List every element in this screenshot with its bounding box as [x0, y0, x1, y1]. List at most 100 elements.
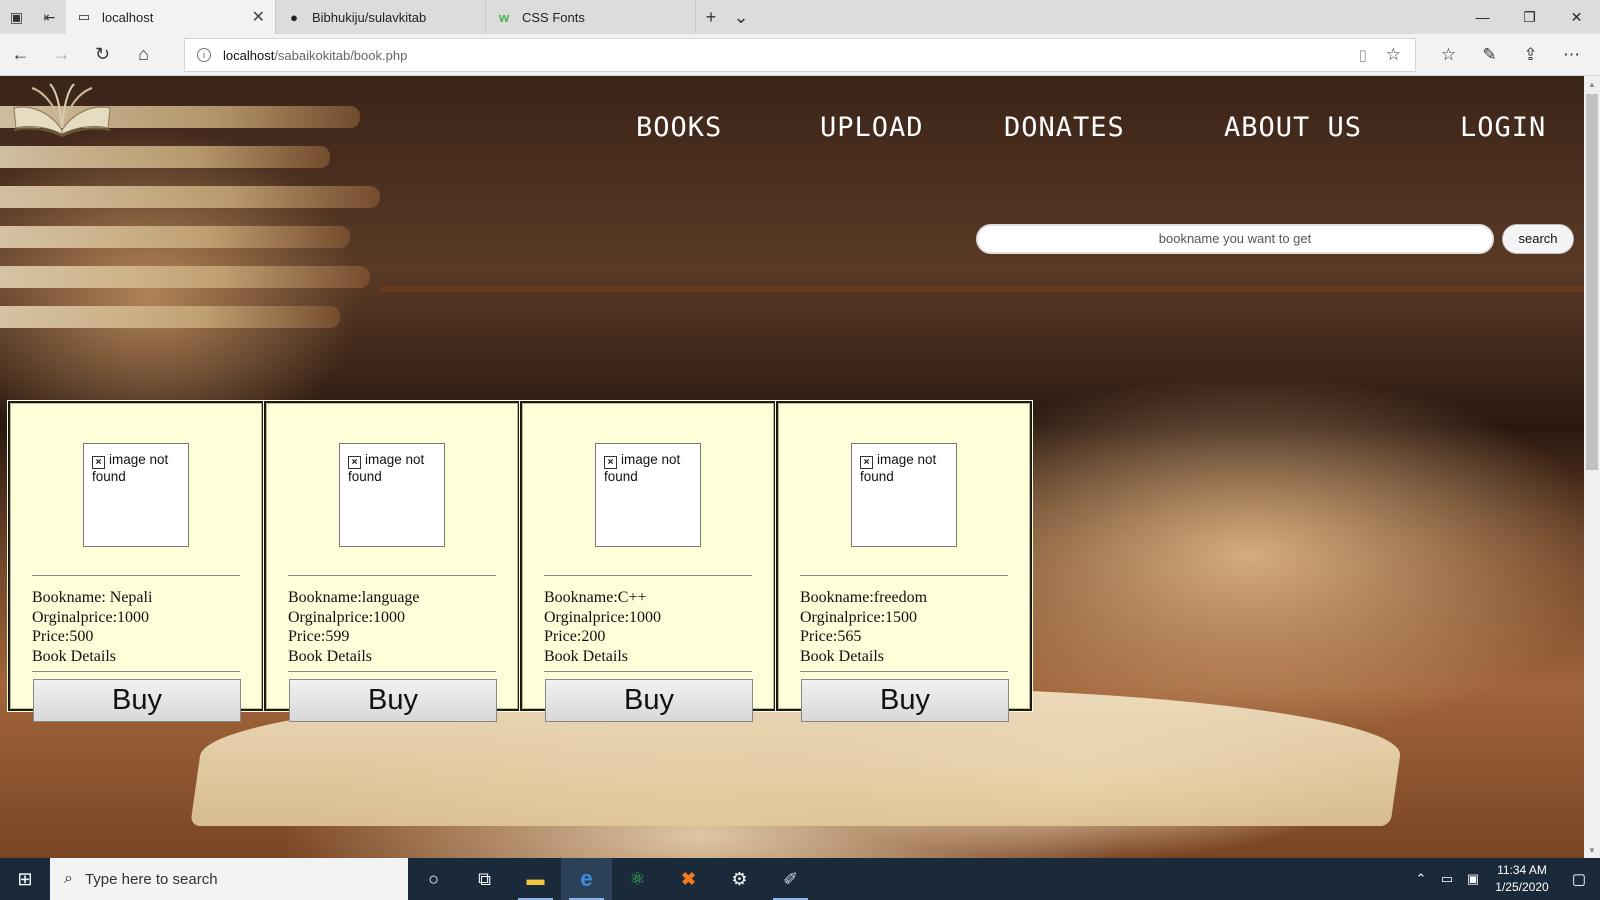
network-icon[interactable]: ▣	[1460, 871, 1486, 887]
book-original-price: Orginalprice:1500	[800, 608, 918, 626]
buy-button[interactable]: Buy	[33, 679, 241, 722]
w3schools-icon: w	[498, 9, 510, 25]
background-decor	[380, 286, 1584, 292]
scroll-up-icon[interactable]: ▲	[1584, 76, 1600, 92]
info-icon[interactable]: i	[197, 48, 211, 62]
home-icon[interactable]: ⌂	[123, 34, 164, 76]
system-tray: ⌃ ▭ ▣ 11:34 AM 1/25/2020 ▢	[1408, 858, 1600, 900]
windows-start-icon[interactable]: ⊞	[0, 858, 50, 900]
scrollbar-thumb[interactable]	[1586, 94, 1598, 470]
cortana-icon[interactable]: ○	[408, 858, 459, 900]
book-details-link[interactable]: Book Details	[800, 647, 927, 667]
broken-image-icon: ×	[92, 456, 105, 469]
menu-upload[interactable]: UPLOAD	[820, 112, 924, 143]
divider	[544, 575, 752, 576]
book-price: Price:500	[32, 628, 94, 645]
taskbar-clock[interactable]: 11:34 AM 1/25/2020	[1486, 862, 1558, 896]
url-path: /sabaikokitab/book.php	[274, 47, 408, 63]
book-name: Bookname:language	[288, 589, 420, 606]
edge-browser-icon[interactable]: e	[561, 858, 612, 900]
book-name: Bookname:freedom	[800, 589, 928, 606]
reading-view-icon[interactable]: ▯	[1359, 46, 1367, 64]
show-hidden-icons-icon[interactable]: ⌃	[1408, 871, 1434, 887]
divider	[544, 671, 752, 672]
battery-icon[interactable]: ▭	[1434, 871, 1460, 887]
book-info: Bookname:freedom Orginalprice:1500 Price…	[800, 588, 927, 666]
close-window-icon[interactable]: ✕	[1553, 0, 1600, 34]
book-search-input[interactable]: bookname you want to get	[976, 224, 1494, 254]
more-icon[interactable]: ⋯	[1551, 34, 1592, 76]
paint-icon[interactable]: ✐	[765, 858, 816, 900]
book-card: × image not found Bookname:C++ Orginalpri…	[519, 400, 777, 722]
tab-css-fonts[interactable]: w CSS Fonts	[486, 0, 696, 34]
pen-icon[interactable]: ✎	[1469, 34, 1510, 76]
book-info: Bookname: Nepali Orginalprice:1000 Price…	[32, 588, 152, 666]
book-name: Bookname: Nepali	[32, 589, 153, 606]
menu-about-us[interactable]: ABOUT US	[1224, 112, 1362, 143]
clock-date: 1/25/2020	[1495, 880, 1549, 894]
browser-tab-bar: ▣ ⇤ ▭ localhost ✕ ● Bibhukiju/sulavkitab…	[0, 0, 1600, 34]
book-list: × image not found Bookname: Nepali Orgina…	[7, 400, 1033, 722]
file-explorer-icon[interactable]: ▬	[510, 858, 561, 900]
new-tab-icon[interactable]: +	[696, 0, 726, 34]
tab-localhost[interactable]: ▭ localhost ✕	[66, 0, 276, 34]
window-controls: — ❐ ✕	[1459, 0, 1600, 34]
back-icon[interactable]: ←	[0, 34, 41, 76]
set-aside-tabs-icon[interactable]: ⇤	[33, 0, 66, 34]
divider	[288, 575, 496, 576]
share-icon[interactable]: ⇪	[1510, 34, 1551, 76]
book-name: Bookname:C++	[544, 589, 647, 606]
divider	[800, 671, 1008, 672]
chevron-down-icon[interactable]: ⌄	[726, 0, 756, 34]
browser-nav-bar: ← → ↻ ⌂ i localhost/sabaikokitab/book.ph…	[0, 34, 1600, 76]
menu-books[interactable]: BOOKS	[636, 112, 722, 143]
search-button[interactable]: search	[1502, 224, 1574, 254]
favorites-icon[interactable]: ☆	[1428, 34, 1469, 76]
settings-gear-icon[interactable]: ⚙	[714, 858, 765, 900]
xampp-icon[interactable]: ✖	[663, 858, 714, 900]
favorite-star-icon[interactable]: ☆	[1386, 45, 1401, 65]
toolbar-actions: ☆ ✎ ⇪ ⋯	[1428, 34, 1592, 76]
vertical-scrollbar[interactable]: ▲ ▼	[1584, 76, 1600, 858]
scroll-down-icon[interactable]: ▼	[1584, 842, 1600, 858]
atom-icon[interactable]: ⚛	[612, 858, 663, 900]
tab-actions-icon[interactable]: ▣	[0, 0, 33, 34]
divider	[32, 575, 240, 576]
broken-image-icon: ×	[348, 456, 361, 469]
book-details-link[interactable]: Book Details	[288, 647, 420, 667]
background-decor	[0, 186, 380, 208]
taskbar-search-field[interactable]: ⌕ Type here to search	[50, 858, 408, 900]
divider	[800, 575, 1008, 576]
close-tab-icon[interactable]: ✕	[252, 7, 265, 27]
taskbar-search-placeholder: Type here to search	[84, 870, 218, 888]
address-bar[interactable]: i localhost/sabaikokitab/book.php ▯ ☆	[184, 38, 1416, 72]
book-price: Price:200	[544, 628, 606, 645]
book-original-price: Orginalprice:1000	[544, 608, 662, 626]
tab-github[interactable]: ● Bibhukiju/sulavkitab	[276, 0, 486, 34]
book-info: Bookname:language Orginalprice:1000 Pric…	[288, 588, 420, 666]
book-details-link[interactable]: Book Details	[32, 647, 152, 667]
github-icon: ●	[290, 9, 298, 25]
book-image: × image not found	[595, 443, 701, 547]
menu-login[interactable]: LOGIN	[1460, 112, 1546, 143]
buy-button[interactable]: Buy	[289, 679, 497, 722]
forward-icon[interactable]: →	[41, 34, 82, 76]
restore-icon[interactable]: ❐	[1506, 0, 1553, 34]
book-card: × image not found Bookname: Nepali Orgina…	[7, 400, 265, 722]
minimize-icon[interactable]: —	[1459, 0, 1506, 34]
book-image: × image not found	[339, 443, 445, 547]
site-menu: BOOKS UPLOAD DONATES ABOUT US LOGIN	[0, 112, 1584, 152]
buy-button[interactable]: Buy	[545, 679, 753, 722]
buy-button[interactable]: Buy	[801, 679, 1009, 722]
clock-time: 11:34 AM	[1497, 863, 1547, 877]
book-details-link[interactable]: Book Details	[544, 647, 661, 667]
page-icon: ▭	[77, 9, 91, 24]
background-decor	[0, 266, 370, 288]
tab-title: localhost	[102, 9, 154, 25]
menu-donates[interactable]: DONATES	[1004, 112, 1125, 143]
book-original-price: Orginalprice:1000	[288, 608, 406, 626]
notification-icon[interactable]: ▢	[1558, 870, 1600, 888]
refresh-icon[interactable]: ↻	[82, 34, 123, 76]
broken-image-icon: ×	[860, 456, 873, 469]
task-view-icon[interactable]: ⧉	[459, 858, 510, 900]
